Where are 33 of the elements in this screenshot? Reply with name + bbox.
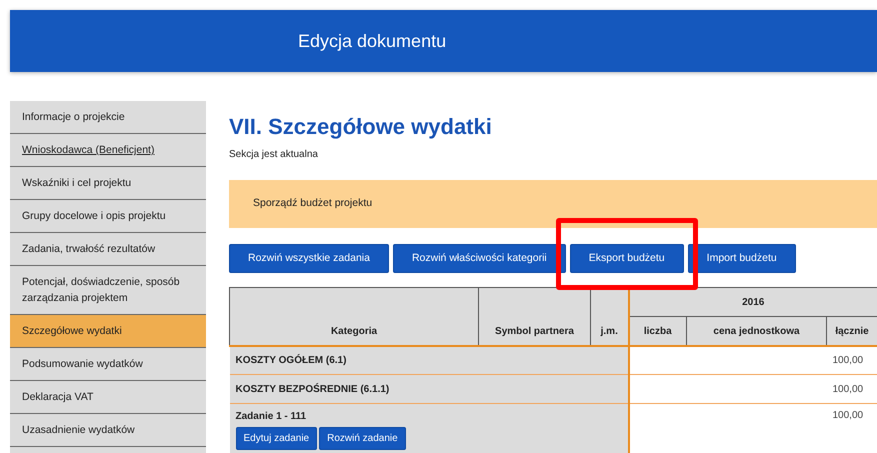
page-title: Edycja dokumentu xyxy=(298,30,446,53)
sidebar-item[interactable]: Wskaźniki i cel projektu xyxy=(10,167,206,200)
column-header: j.m. xyxy=(590,288,628,346)
row-total: 100,00 xyxy=(832,384,864,394)
row-label: KOSZTY OGÓŁEM (6.1) xyxy=(236,353,348,368)
section-title: VII. Szczegółowe wydatki xyxy=(229,113,493,141)
sidebar-item[interactable]: Zadania, trwałość rezultatów xyxy=(10,233,206,266)
task-button[interactable]: Edytuj zadanie xyxy=(236,427,318,450)
sidebar-item[interactable]: Grupy docelowe i opis projektu xyxy=(10,200,206,233)
toolbar-button[interactable]: Import budżetu xyxy=(688,244,796,273)
sidebar-item[interactable]: Informacje o projekcie xyxy=(10,101,206,134)
sidebar-item[interactable]: Wnioskodawca (Beneficjent) xyxy=(10,134,206,167)
sidebar-item[interactable]: Podsumowanie wydatków xyxy=(10,348,206,381)
row-label: Zadanie 1 - 111 xyxy=(236,410,308,424)
column-header: łącznie xyxy=(826,316,877,346)
task-button[interactable]: Rozwiń zadanie xyxy=(319,427,406,450)
sidebar-item[interactable]: Potencjał, doświadczenie, sposób zarządzania projektem xyxy=(10,266,206,315)
column-header: Kategoria xyxy=(230,288,478,346)
section-status: Sekcja jest aktualna xyxy=(229,148,319,162)
column-header: cena jednostkowa xyxy=(686,316,826,346)
sidebar-item[interactable]: Szczegółowe wydatki xyxy=(10,315,206,348)
column-header: Symbol partnera xyxy=(478,288,590,346)
year-header: 2016 xyxy=(628,288,877,316)
toolbar-button[interactable]: Eksport budżetu xyxy=(570,244,684,273)
toolbar-button[interactable]: Rozwiń właściwości kategorii xyxy=(392,244,566,273)
toolbar-button[interactable]: Rozwiń wszystkie zadania xyxy=(229,244,389,273)
column-header: liczba xyxy=(628,316,686,346)
alert-text: Sporządź budżet projektu xyxy=(253,196,372,212)
sidebar-item[interactable]: Deklaracja VAT xyxy=(10,381,206,414)
row-total: 100,00 xyxy=(832,410,864,421)
row-label: KOSZTY BEZPOŚREDNIE (6.1.1) xyxy=(236,382,390,396)
sidebar-item[interactable]: Uzasadnienie wydatków xyxy=(10,414,206,447)
row-total: 100,00 xyxy=(832,354,864,366)
